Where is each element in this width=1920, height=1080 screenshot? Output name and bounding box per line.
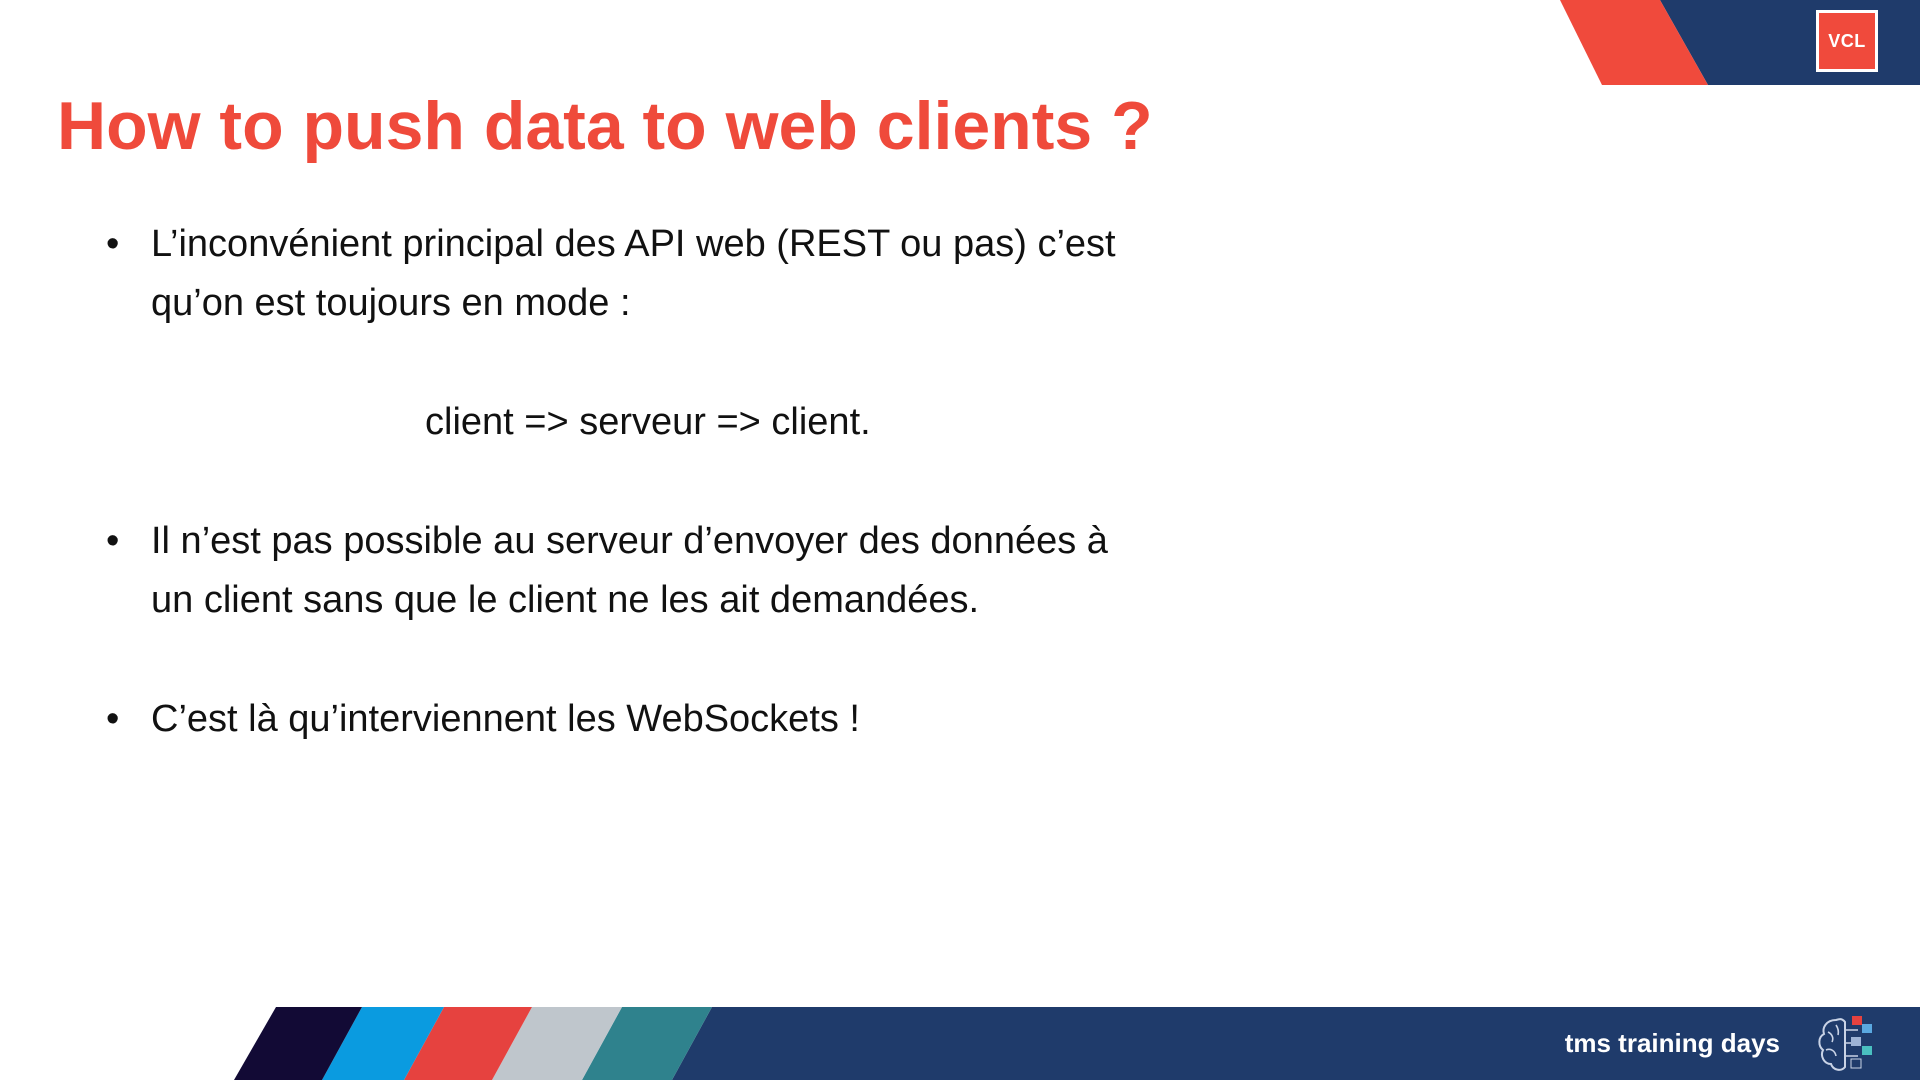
footer-text: tms training days (1564, 1028, 1780, 1058)
slide-title: How to push data to web clients ? (57, 88, 1153, 164)
slide: VCL How to push data to web clients ? • … (0, 0, 1920, 1080)
bullet-text-line: L’inconvénient principal des API web (RE… (151, 223, 1116, 265)
vcl-logo: VCL (1816, 10, 1878, 72)
bullet-text-line: Il n’est pas possible au serveur d’envoy… (151, 520, 1108, 562)
bullet-item: • Il n’est pas possible au serveur d’env… (100, 512, 1250, 630)
slide-content: • L’inconvénient principal des API web (… (100, 215, 1250, 749)
bullet-dot: • (106, 223, 120, 265)
bullet-text-line: qu’on est toujours en mode : (151, 282, 631, 324)
bullet-item: • L’inconvénient principal des API web (… (100, 215, 1250, 333)
bullet-dot: • (106, 698, 120, 740)
bullet-text-line: C’est là qu’interviennent les WebSockets… (151, 698, 860, 740)
bullet-text-line: un client sans que le client ne les ait … (151, 579, 980, 621)
brain-icon (1818, 1016, 1872, 1071)
bullet-item: • C’est là qu’interviennent les WebSocke… (100, 690, 1250, 749)
flow-line: client => serveur => client. (425, 401, 871, 443)
bullet-dot: • (106, 520, 120, 562)
